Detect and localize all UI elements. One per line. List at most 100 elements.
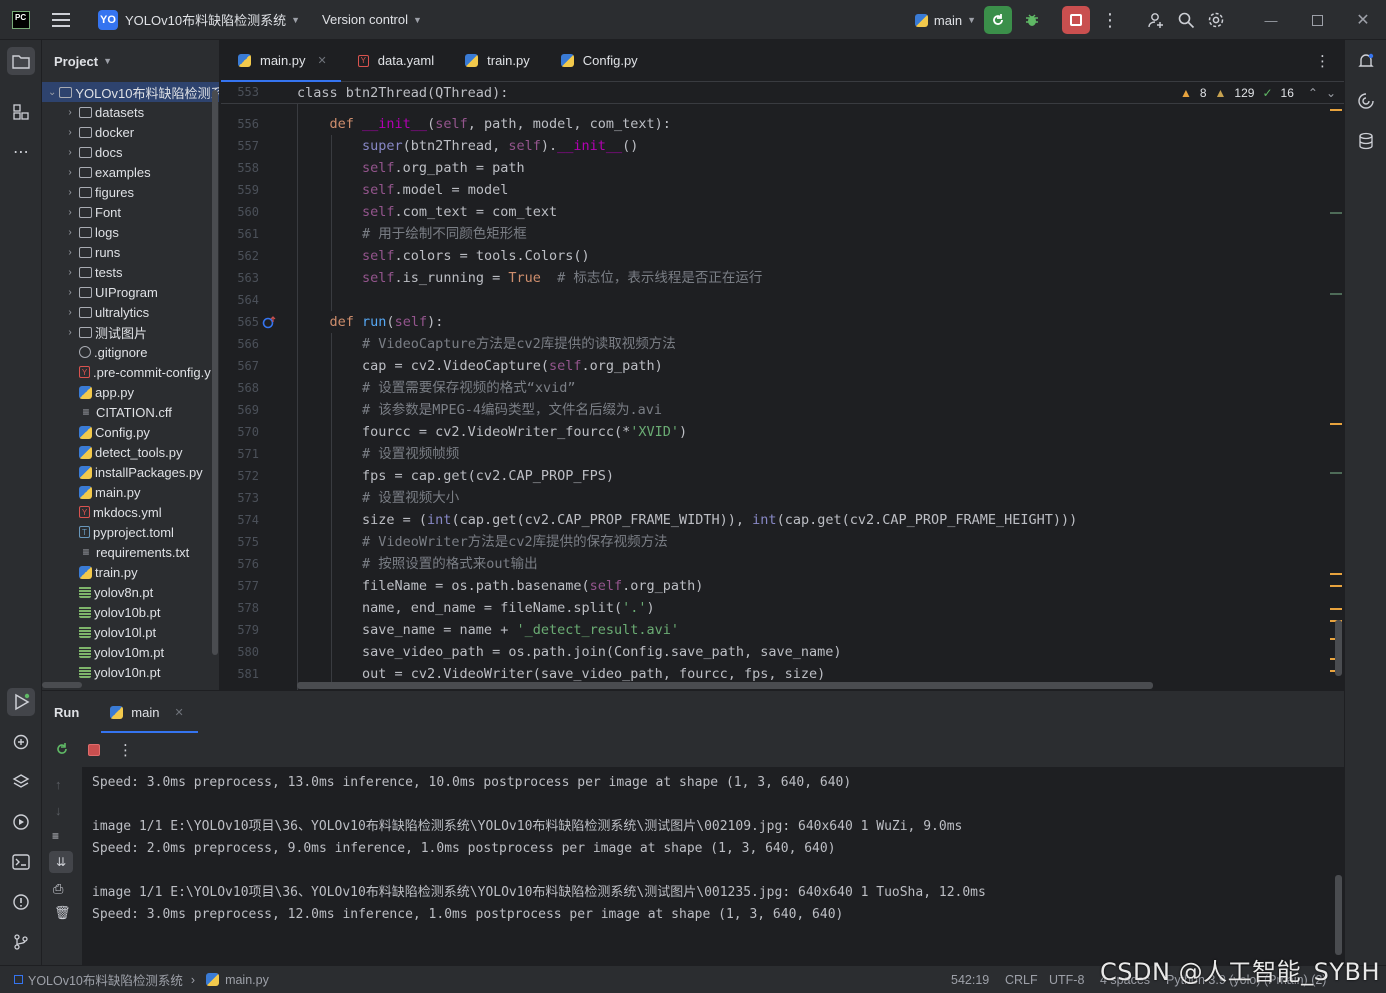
stop-icon[interactable] bbox=[88, 744, 100, 756]
code-line[interactable]: cap = cv2.VideoCapture(self.org_path) bbox=[297, 355, 663, 377]
minimize-window-icon[interactable]: — bbox=[1248, 0, 1294, 40]
warning-marker[interactable] bbox=[1330, 585, 1342, 587]
expand-arrow-icon[interactable]: › bbox=[64, 127, 76, 138]
tab-actions-icon[interactable]: ⋮ bbox=[1315, 52, 1330, 70]
file-encoding[interactable]: UTF-8 bbox=[1049, 973, 1084, 987]
code-line[interactable]: self.com_text = com_text bbox=[297, 201, 557, 223]
editor-tab[interactable]: train.py bbox=[448, 40, 544, 81]
chevron-up-icon[interactable]: ⌃ bbox=[1308, 86, 1318, 100]
soft-wrap-icon[interactable]: ≡ bbox=[52, 829, 59, 843]
editor-tab[interactable]: main.py ✕ bbox=[221, 40, 341, 82]
close-window-icon[interactable]: ✕ bbox=[1340, 0, 1386, 40]
structure-icon[interactable] bbox=[7, 98, 35, 126]
info-marker[interactable] bbox=[1330, 212, 1342, 214]
tree-item[interactable]: ≡ CITATION.cff bbox=[42, 402, 219, 422]
code-line[interactable]: self.model = model bbox=[297, 179, 508, 201]
tree-item[interactable]: yolov10n.pt bbox=[42, 662, 219, 682]
expand-arrow-icon[interactable]: › bbox=[64, 247, 76, 258]
breadcrumb-project[interactable]: YOLOv10布料缺陷检测系统 bbox=[28, 970, 183, 989]
code-line[interactable]: fileName = os.path.basename(self.org_pat… bbox=[297, 575, 703, 597]
tree-item[interactable]: › docker bbox=[42, 122, 219, 142]
code-line[interactable]: size = (int(cap.get(cv2.CAP_PROP_FRAME_W… bbox=[297, 509, 1077, 531]
tree-item[interactable]: detect_tools.py bbox=[42, 442, 219, 462]
tree-item[interactable]: › docs bbox=[42, 142, 219, 162]
scroll-up-icon[interactable]: ↑ bbox=[55, 777, 62, 792]
chevron-down-icon[interactable]: ▼ bbox=[967, 15, 976, 25]
tree-item[interactable]: › examples bbox=[42, 162, 219, 182]
code-line[interactable]: super(btn2Thread, self).__init__() bbox=[297, 135, 638, 157]
tree-item[interactable]: Y .pre-commit-config.y bbox=[42, 362, 219, 382]
console-scrollbar[interactable] bbox=[1335, 875, 1342, 955]
code-line[interactable]: # VideoCapture方法是cv2库提供的读取视频方法 bbox=[297, 333, 676, 355]
tree-item[interactable]: › runs bbox=[42, 242, 219, 262]
expand-arrow-icon[interactable]: ⌄ bbox=[48, 87, 56, 98]
editor-tab[interactable]: Ydata.yaml bbox=[341, 40, 448, 81]
trash-icon[interactable]: 🗑 bbox=[54, 905, 71, 921]
tree-item[interactable]: app.py bbox=[42, 382, 219, 402]
rerun-button[interactable] bbox=[984, 6, 1012, 34]
expand-arrow-icon[interactable]: › bbox=[64, 267, 76, 278]
info-marker[interactable] bbox=[1330, 293, 1342, 295]
project-tool-folder-icon[interactable] bbox=[7, 47, 35, 75]
warning-marker[interactable] bbox=[1330, 109, 1342, 111]
tree-item[interactable]: yolov10l.pt bbox=[42, 622, 219, 642]
problems-icon[interactable] bbox=[7, 888, 35, 916]
project-h-scrollbar[interactable] bbox=[42, 682, 82, 688]
inspection-widget[interactable]: ▲ 8 ▲ 129 ✓ 16 ⌃ ⌄ bbox=[1180, 86, 1336, 100]
tree-item[interactable]: › figures bbox=[42, 182, 219, 202]
project-name[interactable]: YOLOv10布料缺陷检测系统 bbox=[125, 10, 286, 29]
debug-button[interactable] bbox=[1018, 6, 1046, 34]
code-line[interactable]: # 设置视频帧频 bbox=[297, 443, 459, 465]
chevron-down-icon[interactable]: ▼ bbox=[413, 15, 422, 25]
warning-marker[interactable] bbox=[1330, 573, 1342, 575]
python-packages-icon[interactable] bbox=[7, 728, 35, 756]
tree-item[interactable]: Ymkdocs.yml bbox=[42, 502, 219, 522]
expand-arrow-icon[interactable]: › bbox=[64, 107, 76, 118]
expand-arrow-icon[interactable]: › bbox=[64, 307, 76, 318]
tree-item[interactable]: › Font bbox=[42, 202, 219, 222]
code-line[interactable]: self.is_running = True # 标志位，表示线程是否正在运行 bbox=[297, 267, 762, 289]
tree-item[interactable]: › datasets bbox=[42, 102, 219, 122]
chevron-down-icon[interactable]: ▼ bbox=[291, 15, 300, 25]
tree-item[interactable]: yolov8n.pt bbox=[42, 582, 219, 602]
project-panel-header[interactable]: Project ▼ bbox=[42, 40, 219, 82]
code-line[interactable]: # VideoWriter方法是cv2库提供的保存视频方法 bbox=[297, 531, 668, 553]
code-line[interactable]: save_video_path = os.path.join(Config.sa… bbox=[297, 641, 842, 663]
services-icon[interactable] bbox=[7, 808, 35, 836]
code-line[interactable]: def __init__(self, path, model, com_text… bbox=[297, 113, 671, 135]
ai-assistant-icon[interactable] bbox=[1352, 87, 1380, 115]
maximize-window-icon[interactable] bbox=[1294, 0, 1340, 40]
line-separator[interactable]: CRLF bbox=[1005, 973, 1038, 987]
chevron-down-icon[interactable]: ▼ bbox=[103, 56, 112, 66]
tree-item[interactable]: train.py bbox=[42, 562, 219, 582]
scroll-to-end-icon[interactable]: ⇊ bbox=[49, 851, 73, 873]
code-line[interactable]: name, end_name = fileName.split('.') bbox=[297, 597, 655, 619]
search-icon[interactable] bbox=[1172, 6, 1200, 34]
settings-gear-icon[interactable] bbox=[1202, 6, 1230, 34]
scroll-down-icon[interactable]: ↓ bbox=[55, 803, 62, 818]
more-tools-icon[interactable]: ⋯ bbox=[7, 138, 35, 166]
implementation-gutter-icon[interactable] bbox=[261, 316, 277, 333]
project-scrollbar[interactable] bbox=[212, 90, 218, 655]
close-icon[interactable]: ✕ bbox=[318, 54, 327, 67]
breadcrumb-file[interactable]: main.py bbox=[225, 973, 269, 987]
console-output[interactable]: Speed: 3.0ms preprocess, 13.0ms inferenc… bbox=[82, 767, 1344, 966]
add-user-icon[interactable] bbox=[1142, 6, 1170, 34]
tree-item[interactable]: main.py bbox=[42, 482, 219, 502]
terminal-icon[interactable] bbox=[7, 848, 35, 876]
tree-item[interactable]: Tpyproject.toml bbox=[42, 522, 219, 542]
notifications-bell-icon[interactable] bbox=[1352, 47, 1380, 75]
code-line[interactable]: # 按照设置的格式来out输出 bbox=[297, 553, 538, 575]
tree-item[interactable]: › logs bbox=[42, 222, 219, 242]
code-line[interactable]: self.colors = tools.Colors() bbox=[297, 245, 590, 267]
editor-v-scrollbar[interactable] bbox=[1335, 620, 1342, 676]
code-line[interactable]: fps = cap.get(cv2.CAP_PROP_FPS) bbox=[297, 465, 614, 487]
code-area[interactable]: def __init__(self, path, model, com_text… bbox=[297, 82, 1324, 690]
run-config-selector[interactable]: main bbox=[934, 13, 962, 28]
caret-position[interactable]: 542:19 bbox=[951, 973, 989, 987]
expand-arrow-icon[interactable]: › bbox=[64, 287, 76, 298]
git-branch-icon[interactable] bbox=[7, 928, 35, 956]
chevron-down-icon[interactable]: ⌄ bbox=[1326, 86, 1336, 100]
editor-tab[interactable]: Config.py bbox=[544, 40, 652, 81]
tree-item[interactable]: › ultralytics bbox=[42, 302, 219, 322]
